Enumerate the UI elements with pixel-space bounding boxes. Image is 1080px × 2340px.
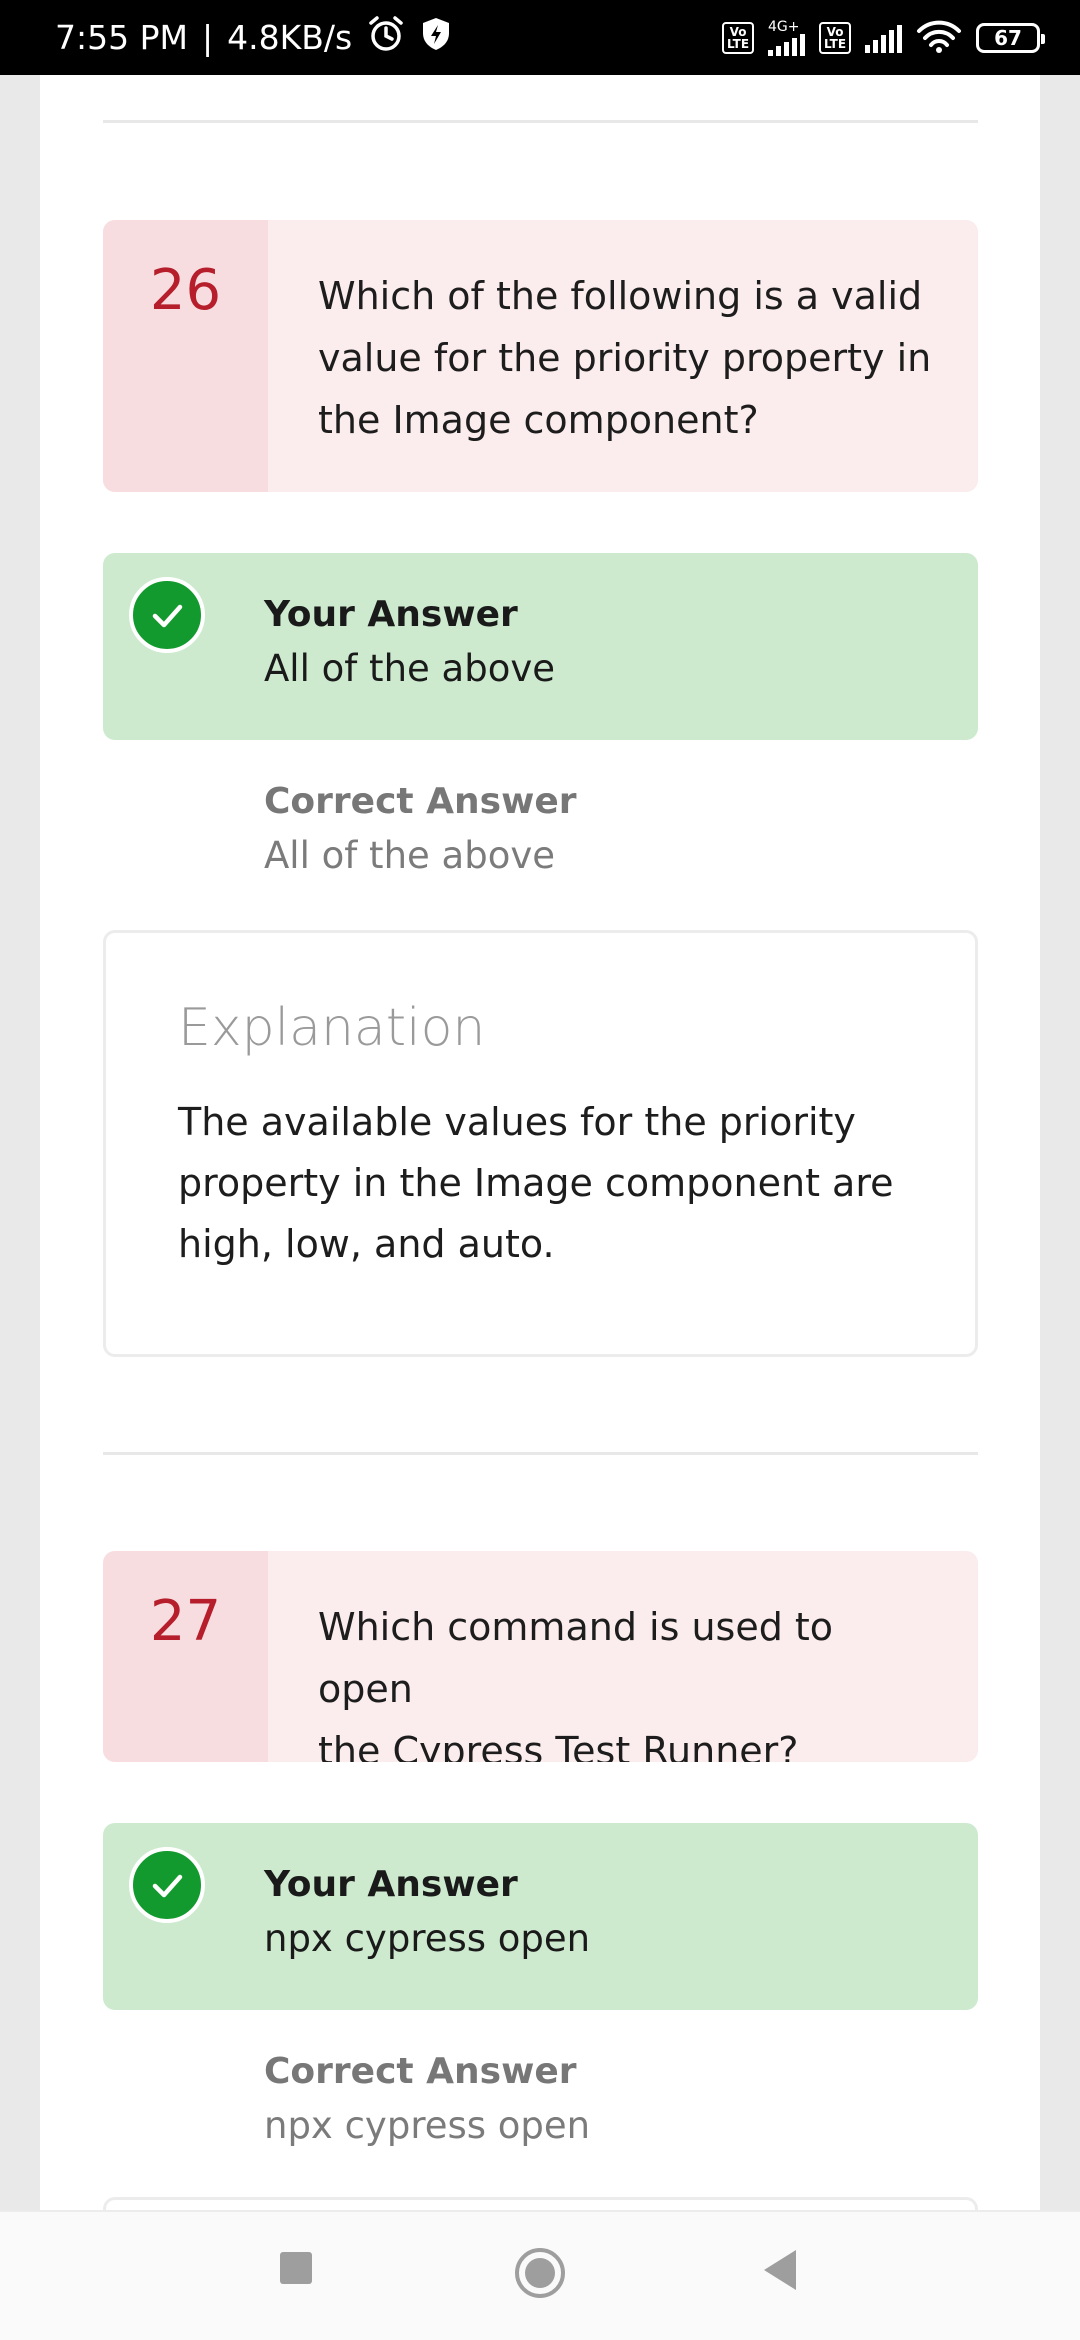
check-circle-icon: [129, 1847, 205, 1923]
your-answer-label: Your Answer: [264, 594, 518, 635]
your-answer-box: Your Answer npx cypress open: [103, 1823, 978, 2010]
correct-answer-label: Correct Answer: [264, 2051, 577, 2092]
correct-answer-content: Correct Answer npx cypress open: [264, 2045, 590, 2153]
battery-icon: 67: [976, 22, 1045, 53]
question-number: 27: [103, 1551, 268, 1762]
correct-answer-value: npx cypress open: [264, 2104, 591, 2147]
your-answer-content: Your Answer All of the above: [264, 588, 555, 696]
your-answer-value: npx cypress open: [264, 1917, 591, 1960]
network-type: 4G+: [768, 18, 800, 35]
your-answer-box: Your Answer All of the above: [103, 553, 978, 740]
question-text: Which command is used to open the Cypres…: [268, 1551, 978, 1762]
wifi-icon: [916, 18, 962, 58]
check-circle-icon: [129, 577, 205, 653]
your-answer-value: All of the above: [264, 647, 555, 690]
explanation-box: Explanation The available values for the…: [103, 930, 978, 1357]
question-text-line: Which of the following is a valid: [318, 274, 923, 318]
correct-answer-label: Correct Answer: [264, 781, 577, 822]
explanation-line: high, low, and auto.: [178, 1222, 555, 1266]
question-text-line: Which command is used to open: [318, 1605, 834, 1711]
navigation-bar: [0, 2210, 1080, 2340]
shield-bolt-icon: [420, 16, 452, 60]
explanation-line: The available values for the priority: [178, 1100, 856, 1144]
correct-answer-content: Correct Answer All of the above: [264, 775, 577, 883]
question-26: 26 Which of the following is a valid val…: [103, 220, 978, 492]
explanation-title: Explanation: [178, 998, 486, 1058]
volte-badge: Vo LTE: [722, 21, 754, 54]
status-time: 7:55 PM: [55, 18, 188, 57]
question-text-line: the Cypress Test Runner?: [318, 1729, 799, 1762]
alarm-icon: [366, 14, 406, 62]
results-card: 26 Which of the following is a valid val…: [40, 75, 1040, 2265]
explanation-text: The available values for the priority pr…: [178, 1092, 905, 1275]
correct-answer-value: All of the above: [264, 834, 555, 877]
back-button[interactable]: [760, 2248, 800, 2296]
signal-group-1: 4G+: [768, 20, 805, 56]
question-text-line: value for the priority property in: [318, 336, 932, 380]
your-answer-content: Your Answer npx cypress open: [264, 1858, 590, 1966]
signal-strength-icon-2: [865, 23, 902, 53]
recents-button[interactable]: [278, 2250, 314, 2290]
signal-strength-icon: [768, 33, 805, 56]
your-answer-label: Your Answer: [264, 1864, 518, 1905]
divider: [103, 120, 978, 123]
network-speed: 4.8KB/s: [227, 18, 353, 57]
volte-badge-2: Vo LTE: [819, 21, 851, 54]
status-separator: |: [201, 18, 214, 57]
status-right: Vo LTE 4G+ Vo LTE 67: [722, 18, 1045, 58]
home-button[interactable]: [513, 2246, 567, 2304]
question-27: 27 Which command is used to open the Cyp…: [103, 1551, 978, 1762]
explanation-line: property in the Image component are: [178, 1161, 894, 1205]
question-text-line: the Image component?: [318, 398, 759, 442]
question-text: Which of the following is a valid value …: [268, 220, 978, 492]
question-number: 26: [103, 220, 268, 492]
status-left: 7:55 PM | 4.8KB/s: [55, 14, 452, 62]
battery-level: 67: [994, 25, 1022, 50]
status-bar: 7:55 PM | 4.8KB/s Vo LTE 4G+ Vo LTE 67: [0, 0, 1080, 75]
divider: [103, 1452, 978, 1455]
